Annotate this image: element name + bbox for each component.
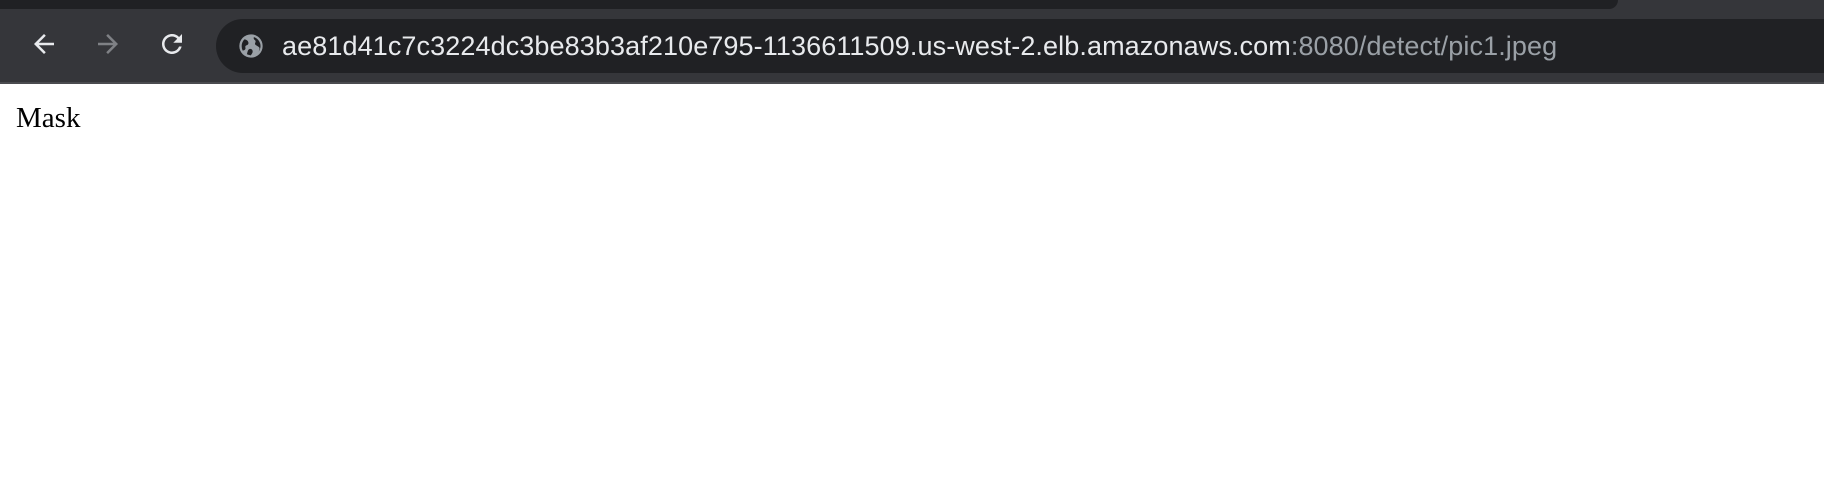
arrow-left-icon	[29, 29, 59, 59]
reload-icon	[157, 29, 187, 59]
globe-icon[interactable]	[236, 31, 266, 61]
url-text[interactable]: ae81d41c7c3224dc3be83b3af210e795-1136611…	[282, 19, 1557, 73]
browser-toolbar: ae81d41c7c3224dc3be83b3af210e795-1136611…	[0, 0, 1824, 84]
url-path: :8080/detect/pic1.jpeg	[1290, 31, 1558, 61]
page-text: Mask	[16, 102, 81, 134]
tab-strip	[0, 0, 1618, 9]
back-button[interactable]	[24, 24, 64, 64]
url-host: ae81d41c7c3224dc3be83b3af210e795-1136611…	[282, 31, 1291, 61]
reload-button[interactable]	[152, 24, 192, 64]
forward-button[interactable]	[88, 24, 128, 64]
address-bar[interactable]: ae81d41c7c3224dc3be83b3af210e795-1136611…	[216, 19, 1824, 73]
arrow-right-icon	[93, 29, 123, 59]
page-body: Mask	[0, 84, 1824, 135]
